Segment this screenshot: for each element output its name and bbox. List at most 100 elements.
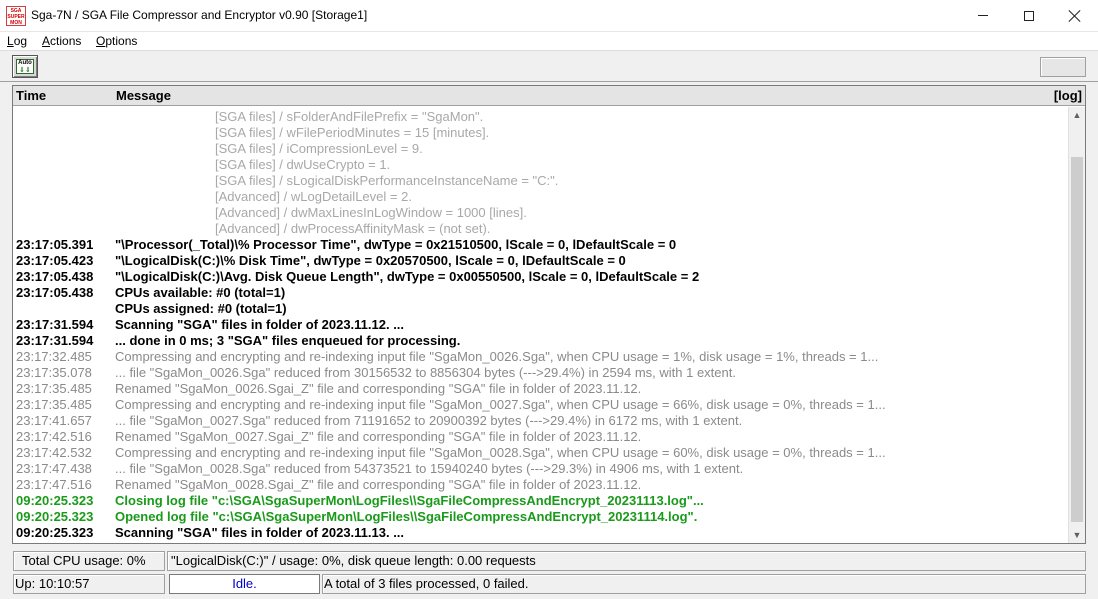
menu-options-accel: O	[96, 34, 106, 48]
column-header-time[interactable]: Time	[16, 88, 46, 103]
log-row[interactable]: 23:17:35.485 Compressing and encrypting a…	[13, 397, 1069, 413]
log-row[interactable]: 23:17:35.485 Renamed "SgaMon_0026.Sgai_Z"…	[13, 381, 1069, 397]
log-row-message: [SGA files] / dwUseCrypto = 1.	[215, 157, 391, 172]
log-row-time: 23:17:05.438	[16, 285, 94, 300]
log-row[interactable]: 23:17:05.438 "\LogicalDisk(C:)\Avg. Disk …	[13, 269, 1069, 285]
log-row-message: ... done in 0 ms; 3 "SGA" files enqueued…	[115, 333, 461, 348]
log-row-time: 23:17:47.438	[16, 461, 92, 476]
log-row-time: 23:17:31.594	[16, 317, 94, 332]
log-row[interactable]: [SGA files] / dwUseCrypto = 1.	[13, 157, 1069, 173]
log-row[interactable]: [SGA files] / sFolderAndFilePrefix = "Sg…	[13, 109, 1069, 125]
maximize-icon	[1024, 10, 1034, 21]
log-rows: [SGA files] / sFolderAndFilePrefix = "Sg…	[13, 109, 1069, 543]
scroll-up-icon[interactable]: ▲	[1069, 107, 1085, 123]
log-row[interactable]: [Advanced] / dwProcessAffinityMask = (no…	[13, 221, 1069, 237]
log-row[interactable]: [Advanced] / dwMaxLinesInLogWindow = 100…	[13, 205, 1069, 221]
log-row[interactable]: 23:17:47.438 ... file "SgaMon_0028.Sga" r…	[13, 461, 1069, 477]
log-row-message: "\Processor(_Total)\% Processor Time", d…	[115, 237, 677, 252]
scroll-down-icon[interactable]: ▼	[1069, 527, 1085, 543]
log-row-time: 23:17:31.594	[16, 333, 94, 348]
maximize-button[interactable]	[1006, 0, 1052, 31]
menu-actions-accel: A	[42, 34, 51, 48]
log-row-message: [SGA files] / sFolderAndFilePrefix = "Sg…	[215, 109, 484, 124]
app-icon[interactable]: SGA SUPER MON	[6, 6, 26, 26]
log-row-message: [Advanced] / dwProcessAffinityMask = (no…	[215, 221, 491, 236]
log-row-time: 09:20:25.323	[16, 509, 94, 524]
menu-actions-label: ctions	[50, 34, 82, 48]
minimize-button[interactable]	[960, 0, 1006, 31]
column-header-message[interactable]: Message	[116, 88, 171, 103]
log-row-message: "\LogicalDisk(C:)\% Disk Time", dwType =…	[115, 253, 626, 268]
log-row[interactable]: 23:17:42.532 Compressing and encrypting a…	[13, 445, 1069, 461]
log-row-time: 23:17:05.423	[16, 253, 94, 268]
menu-log[interactable]: Log	[7, 34, 27, 48]
log-row-message: Compressing and encrypting and re-indexi…	[115, 349, 879, 364]
log-row[interactable]: 23:17:05.391 "\Processor(_Total)\% Proces…	[13, 237, 1069, 253]
log-row-message: [SGA files] / iCompressionLevel = 9.	[215, 141, 423, 156]
close-icon	[1069, 10, 1081, 22]
log-row[interactable]: 23:17:42.516 Renamed "SgaMon_0027.Sgai_Z"…	[13, 429, 1069, 445]
log-row-message: [Advanced] / dwMaxLinesInLogWindow = 100…	[215, 205, 527, 220]
down-arrows-icon: ⇓⇓	[19, 67, 31, 74]
log-row[interactable]: CPUs assigned: #0 (total=1)	[13, 301, 1069, 317]
close-button[interactable]	[1052, 0, 1098, 31]
menu-options[interactable]: Options	[96, 34, 137, 48]
log-row-message: Renamed "SgaMon_0028.Sgai_Z" file and co…	[115, 477, 642, 492]
log-row-message: Scanning "SGA" files in folder of 2023.1…	[115, 525, 405, 540]
log-row-time: 23:17:35.485	[16, 381, 92, 396]
log-row-time: 09:20:25.323	[16, 493, 94, 508]
menu-options-label: ptions	[105, 34, 138, 48]
menu-log-accel: L	[7, 34, 14, 48]
log-row[interactable]: 09:20:25.323 Closing log file "c:\SGA\Sga…	[13, 493, 1069, 509]
log-row-message: [Advanced] / wLogDetailLevel = 2.	[215, 189, 412, 204]
log-row[interactable]: [SGA files] / iCompressionLevel = 9.	[13, 141, 1069, 157]
log-row[interactable]: 23:17:31.594 Scanning "SGA" files in fold…	[13, 317, 1069, 333]
app-icon-line: MON	[10, 20, 22, 26]
log-row-message: Compressing and encrypting and re-indexi…	[115, 445, 886, 460]
log-row[interactable]: 23:17:41.657 ... file "SgaMon_0027.Sga" r…	[13, 413, 1069, 429]
auto-scroll-icon: Auto ⇓⇓	[16, 59, 34, 74]
log-row[interactable]: 23:17:31.594 ... done in 0 ms; 3 "SGA" fi…	[13, 333, 1069, 349]
minimize-icon	[978, 15, 988, 16]
log-row-message: Opened log file "c:\SGA\SgaSuperMon\LogF…	[115, 509, 698, 524]
log-row-time: 23:17:42.516	[16, 429, 92, 444]
log-row-message: CPUs assigned: #0 (total=1)	[115, 301, 287, 316]
log-row-message: ... file "SgaMon_0027.Sga" reduced from …	[115, 413, 743, 428]
log-row[interactable]: [Advanced] / wLogDetailLevel = 2.	[13, 189, 1069, 205]
log-row-message: CPUs available: #0 (total=1)	[115, 285, 286, 300]
log-row-message: ... file "SgaMon_0028.Sga" reduced from …	[115, 461, 744, 476]
log-row[interactable]: 23:17:05.438 CPUs available: #0 (total=1)	[13, 285, 1069, 301]
state-status: Idle.	[169, 574, 320, 594]
column-header-log[interactable]: [log]	[1054, 88, 1082, 103]
log-row-time: 23:17:35.078	[16, 365, 92, 380]
log-row-time: 23:17:05.438	[16, 269, 94, 284]
vertical-scrollbar[interactable]: ▲ ▼	[1068, 107, 1085, 543]
summary-status: A total of 3 files processed, 0 failed.	[322, 574, 1086, 594]
auto-scroll-button[interactable]: Auto ⇓⇓	[12, 55, 38, 78]
log-row-message: "\LogicalDisk(C:)\Avg. Disk Queue Length…	[115, 269, 700, 284]
log-row[interactable]: [SGA files] / sLogicalDiskPerformanceIns…	[13, 173, 1069, 189]
log-row-message: Compressing and encrypting and re-indexi…	[115, 397, 886, 412]
scrollbar-thumb[interactable]	[1071, 157, 1083, 522]
log-row-time: 23:17:32.485	[16, 349, 92, 364]
log-row[interactable]: [SGA files] / wFilePeriodMinutes = 15 [m…	[13, 125, 1069, 141]
title-bar: SGA SUPER MON Sga-7N / SGA File Compress…	[0, 0, 1098, 32]
toolbar-indicator	[1040, 57, 1086, 77]
log-row-message: Renamed "SgaMon_0027.Sgai_Z" file and co…	[115, 429, 642, 444]
log-row[interactable]: 23:17:32.485 Compressing and encrypting a…	[13, 349, 1069, 365]
log-row[interactable]: 23:17:05.423 "\LogicalDisk(C:)\% Disk Tim…	[13, 253, 1069, 269]
log-list[interactable]: Time Message [log] [SGA files] / sFolder…	[12, 85, 1086, 544]
disk-usage-status: "LogicalDisk(C:)" / usage: 0%, disk queu…	[167, 551, 1086, 571]
log-row[interactable]: 23:17:35.078 ... file "SgaMon_0026.Sga" r…	[13, 365, 1069, 381]
uptime-status: Up: 10:10:57	[13, 574, 165, 594]
menu-actions[interactable]: Actions	[42, 34, 81, 48]
log-row[interactable]: 09:20:25.323 Scanning "SGA" files in fold…	[13, 525, 1069, 541]
log-row[interactable]: 23:17:47.516 Renamed "SgaMon_0028.Sgai_Z"…	[13, 477, 1069, 493]
log-row-message: Closing log file "c:\SGA\SgaSuperMon\Log…	[115, 493, 704, 508]
log-row-message: ... file "SgaMon_0026.Sga" reduced from …	[115, 365, 736, 380]
log-row[interactable]: 09:20:25.323 Opened log file "c:\SGA\SgaS…	[13, 509, 1069, 525]
log-row-message: Scanning "SGA" files in folder of 2023.1…	[115, 317, 405, 332]
log-row-time: 23:17:41.657	[16, 413, 92, 428]
log-row-time: 23:17:35.485	[16, 397, 92, 412]
log-row-time: 09:20:25.323	[16, 525, 94, 540]
